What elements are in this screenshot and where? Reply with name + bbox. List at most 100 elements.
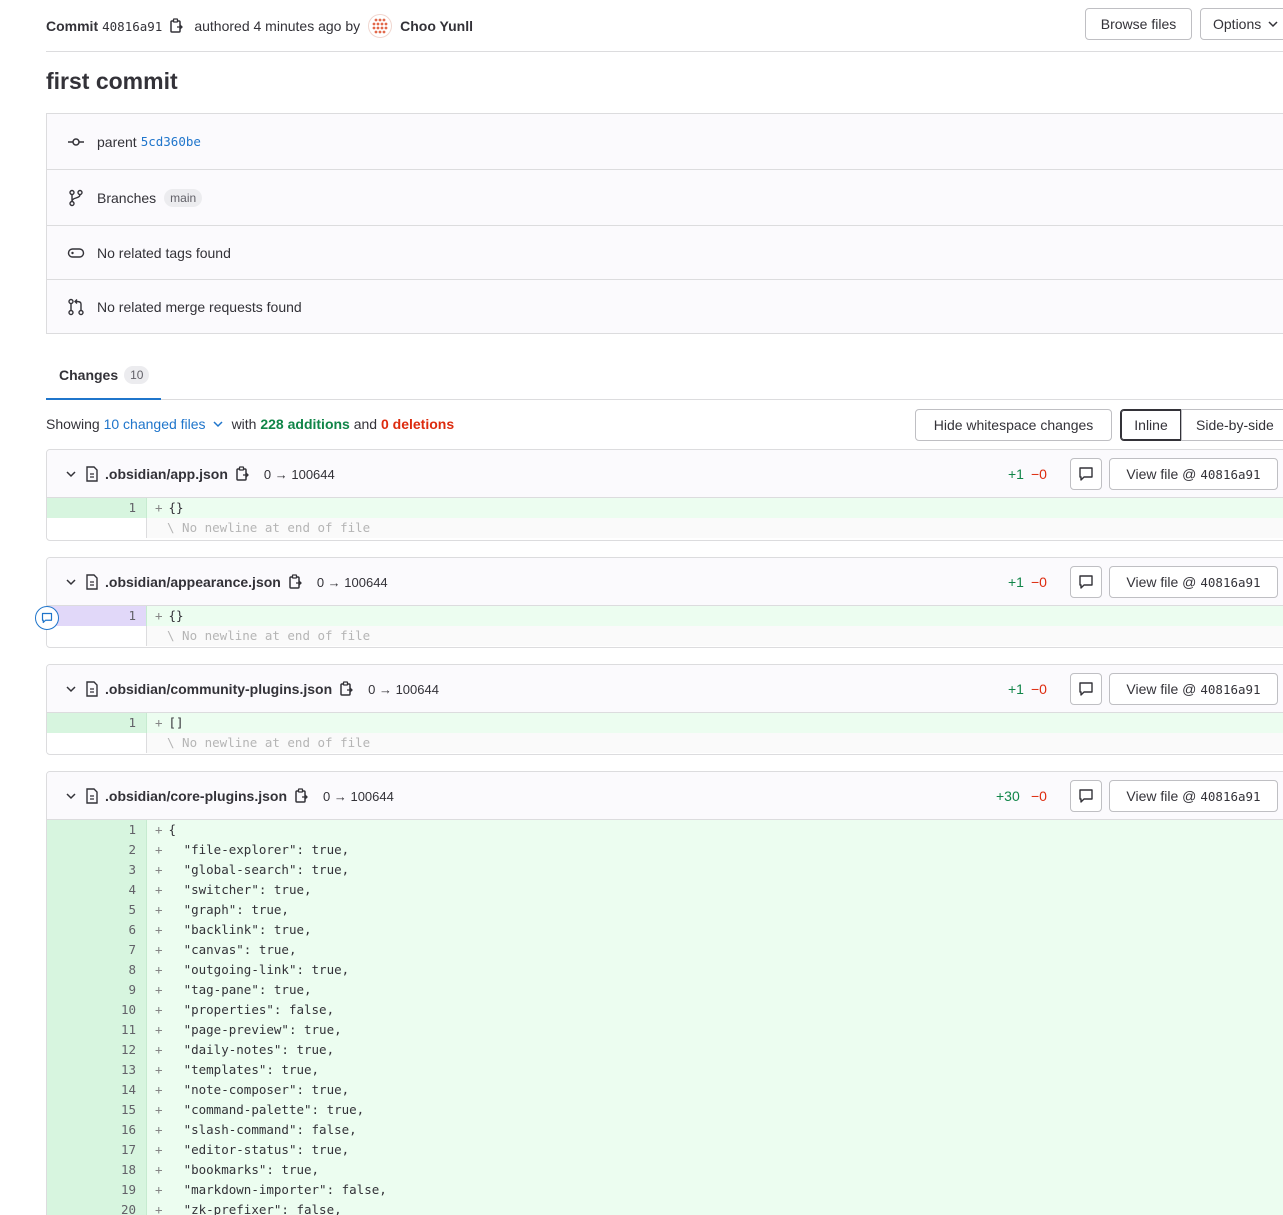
diff-line: 17 + "editor-status": true, [47,1140,1283,1160]
commit-sha: 40816a91 [102,18,163,34]
line-number[interactable]: 12 [47,1040,147,1060]
and-text: and [353,416,378,432]
chevron-down-icon[interactable] [65,576,77,588]
file-header: .obsidian/community-plugins.json 0 → 100… [47,665,1283,713]
copy-sha-icon[interactable] [170,18,184,34]
commit-header: Commit 40816a91 authored 4 minutes ago b… [46,0,1283,52]
lines-added: +1 [1008,681,1024,697]
tab-changes[interactable]: Changes 10 [46,352,161,400]
diff-line: 4 + "switcher": true, [47,880,1283,900]
file-name-link[interactable]: .obsidian/community-plugins.json [105,681,332,697]
line-number[interactable]: 13 [47,1060,147,1080]
code-text: { [168,822,177,837]
chevron-down-icon[interactable] [65,683,77,695]
diff-line: 10 + "properties": false, [47,1000,1283,1020]
line-number[interactable]: 14 [47,1080,147,1100]
file-diff: .obsidian/appearance.json 0 → 100644 +1 … [46,557,1283,648]
tags-row: No related tags found [47,226,1283,280]
line-number[interactable]: 1 [47,713,147,733]
branch-badge[interactable]: main [164,189,203,207]
line-number[interactable]: 1 [47,606,147,626]
copy-path-icon[interactable] [340,681,354,697]
parent-sha-link[interactable]: 5cd360be [141,134,201,149]
file-name-link[interactable]: .obsidian/appearance.json [105,574,281,590]
line-number[interactable]: 9 [47,980,147,1000]
comment-button[interactable] [1070,780,1102,812]
line-number[interactable]: 3 [47,860,147,880]
line-number[interactable]: 19 [47,1180,147,1200]
comment-button[interactable] [1070,458,1102,490]
diff-line: 11 + "page-preview": true, [47,1020,1283,1040]
line-number[interactable]: 20 [47,1200,147,1215]
file-diff: .obsidian/community-plugins.json 0 → 100… [46,664,1283,755]
copy-path-icon[interactable] [295,788,309,804]
code-text: [] [168,715,184,730]
code-text: "switcher": true, [168,882,312,897]
file-name-link[interactable]: .obsidian/app.json [105,466,228,482]
copy-path-icon[interactable] [236,466,250,482]
view-file-button[interactable]: View file @40816a91 [1109,673,1278,705]
line-number[interactable]: 18 [47,1160,147,1180]
commit-icon [67,133,85,151]
file-icon [85,466,99,482]
no-newline-text: \ No newline at end of file [167,628,371,643]
line-number[interactable]: 15 [47,1100,147,1120]
side-by-side-view-toggle[interactable]: Side-by-side [1181,409,1283,441]
diff-line: 7 + "canvas": true, [47,940,1283,960]
mrs-text: No related merge requests found [97,299,302,315]
inline-view-toggle[interactable]: Inline [1120,409,1182,441]
code-text: "backlink": true, [168,922,312,937]
code-text: "templates": true, [168,1062,320,1077]
line-number[interactable]: 5 [47,900,147,920]
diff-line: 8 + "outgoing-link": true, [47,960,1283,980]
chevron-down-icon[interactable] [65,790,77,802]
line-number[interactable]: 7 [47,940,147,960]
line-number[interactable]: 8 [47,960,147,980]
tags-text: No related tags found [97,245,231,261]
lines-removed: −0 [1031,574,1047,590]
options-dropdown[interactable]: Options [1200,8,1283,40]
line-number[interactable]: 4 [47,880,147,900]
add-comment-gutter-button[interactable] [35,606,59,630]
commit-tabs: Changes 10 [46,352,1283,400]
branches-row: Branches main [47,170,1283,226]
line-number[interactable]: 1 [47,498,147,518]
tag-icon [67,244,85,262]
comment-button[interactable] [1070,673,1102,705]
browse-files-button[interactable]: Browse files [1085,8,1192,40]
code-text: "bookmarks": true, [168,1162,320,1177]
code-text: "file-explorer": true, [168,842,350,857]
line-number[interactable]: 17 [47,1140,147,1160]
code-text: "canvas": true, [168,942,297,957]
code-text: "editor-status": true, [168,1142,350,1157]
diff-line: 20 + "zk-prefixer": false, [47,1200,1283,1215]
diff-line: 15 + "command-palette": true, [47,1100,1283,1120]
code-text: "daily-notes": true, [168,1042,335,1057]
lines-removed: −0 [1031,466,1047,482]
view-file-button[interactable]: View file @40816a91 [1109,458,1278,490]
line-number[interactable]: 1 [47,820,147,840]
chevron-down-icon[interactable] [65,468,77,480]
diff-line: 19 + "markdown-importer": false, [47,1180,1283,1200]
merge-requests-row: No related merge requests found [47,280,1283,334]
changed-files-dropdown[interactable]: 10 changed files [104,416,206,432]
copy-path-icon[interactable] [289,574,303,590]
line-number[interactable]: 16 [47,1120,147,1140]
comment-button[interactable] [1070,566,1102,598]
line-number[interactable]: 6 [47,920,147,940]
avatar[interactable] [368,14,393,38]
line-number[interactable]: 2 [47,840,147,860]
line-number[interactable]: 11 [47,1020,147,1040]
file-icon [85,788,99,804]
hide-whitespace-button[interactable]: Hide whitespace changes [915,409,1112,441]
file-name-link[interactable]: .obsidian/core-plugins.json [105,788,287,804]
parent-row: parent 5cd360be [47,114,1283,169]
view-file-button[interactable]: View file @40816a91 [1109,780,1278,812]
line-number[interactable]: 10 [47,1000,147,1020]
author-name[interactable]: Choo Yunll [400,18,473,34]
chevron-down-icon[interactable] [212,418,224,430]
comment-icon [1079,467,1093,481]
view-file-button[interactable]: View file @40816a91 [1109,566,1278,598]
code-text: "page-preview": true, [168,1022,342,1037]
comment-icon [1079,789,1093,803]
